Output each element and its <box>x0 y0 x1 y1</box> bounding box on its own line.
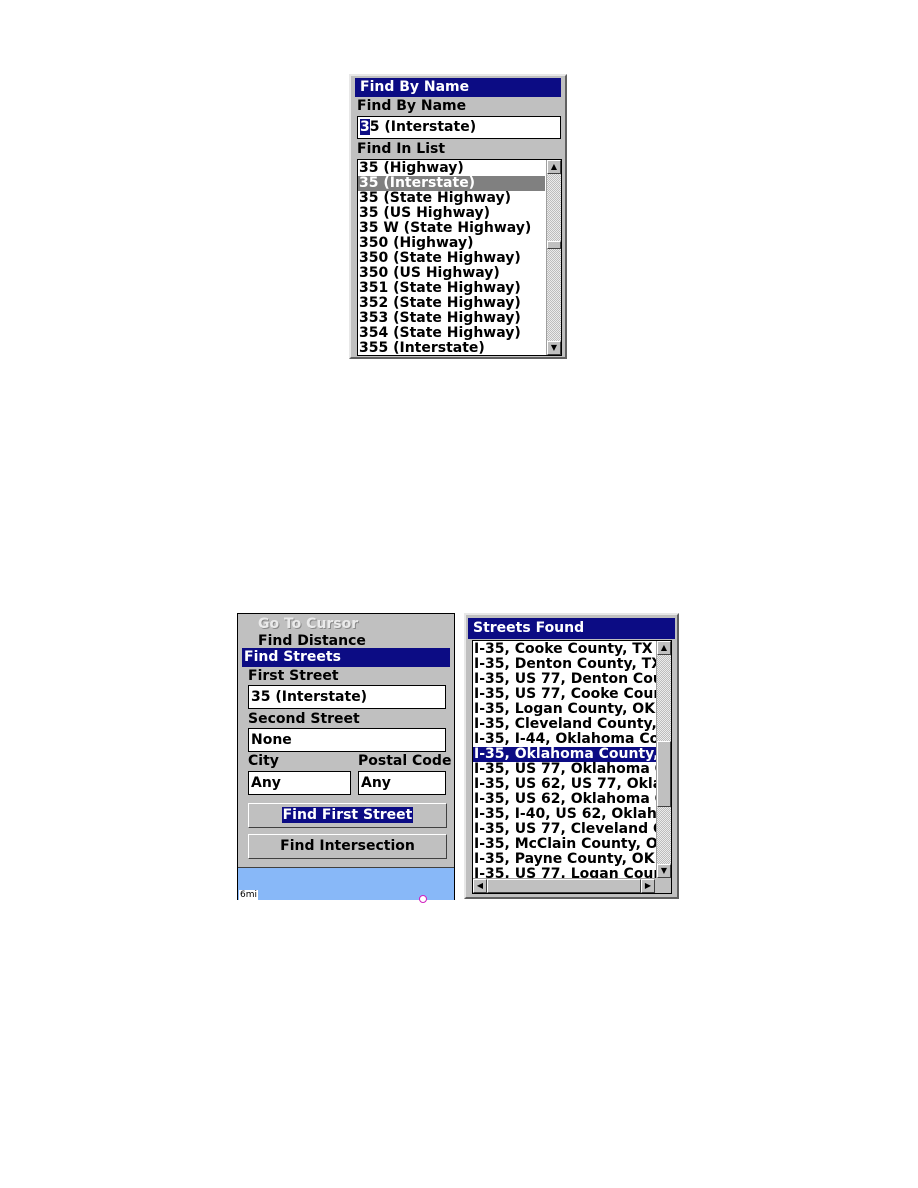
scroll-up-button[interactable]: ▲ <box>657 641 671 655</box>
map-position-marker-icon <box>419 895 427 903</box>
menu-item-find-distance[interactable]: Find Distance <box>258 633 366 647</box>
find-first-street-label: Find First Street <box>281 807 414 823</box>
list-item[interactable]: 352 (State Highway) <box>358 296 545 311</box>
first-street-label: First Street <box>248 668 339 684</box>
dialog-title: Find By Name <box>355 78 561 97</box>
postal-code-input[interactable]: Any <box>358 771 446 795</box>
list-item[interactable]: 350 (State Highway) <box>358 251 545 266</box>
scrollbar-corner <box>655 878 671 893</box>
streets-found-dialog: Streets Found I-35, Cooke County, TX I-35… <box>464 613 679 899</box>
find-by-name-dialog: Find By Name Find By Name 35 (Interstate… <box>349 74 567 359</box>
list-item-selected[interactable]: 35 (Interstate) <box>358 176 545 191</box>
list-item-selected[interactable]: I-35, Oklahoma County, OK <box>473 747 656 762</box>
list-item[interactable]: I-35, Cleveland County, OK <box>473 717 656 732</box>
list-item[interactable]: 35 (Highway) <box>358 161 545 176</box>
find-first-street-button[interactable]: Find First Street <box>248 803 447 828</box>
list-item[interactable]: I-35, US 62, US 77, Oklahoma <box>473 777 656 792</box>
list-vertical-scrollbar[interactable]: ▲ ▼ <box>656 641 671 878</box>
postal-code-label: Postal Code <box>358 753 452 769</box>
list-item[interactable]: 355 (Interstate) <box>358 341 545 355</box>
list-item[interactable]: I-35, US 62, Oklahoma County <box>473 792 656 807</box>
horizontal-scroll-track[interactable] <box>487 879 641 893</box>
dialog-title: Find Streets <box>242 648 450 667</box>
list-item[interactable]: 350 (US Highway) <box>358 266 545 281</box>
list-item[interactable]: I-35, Denton County, TX <box>473 657 656 672</box>
text-cursor: 3 <box>360 119 370 135</box>
list-item[interactable]: I-35, US 77, Cooke County <box>473 687 656 702</box>
list-item[interactable]: 351 (State Highway) <box>358 281 545 296</box>
scroll-down-button[interactable]: ▼ <box>657 864 671 878</box>
second-street-input[interactable]: None <box>248 728 446 752</box>
list-item[interactable]: 35 (State Highway) <box>358 191 545 206</box>
dialog-title: Streets Found <box>468 618 675 639</box>
scroll-thumb[interactable] <box>547 240 561 249</box>
map-scale-label: 6mi <box>239 890 258 900</box>
list-item[interactable]: I-35, Payne County, OK <box>473 852 656 867</box>
list-item[interactable]: I-35, McClain County, OK <box>473 837 656 852</box>
list-item[interactable]: 354 (State Highway) <box>358 326 545 341</box>
find-by-name-input[interactable]: 35 (Interstate) <box>357 116 561 139</box>
list-item[interactable]: 35 W (State Highway) <box>358 221 545 236</box>
scroll-thumb[interactable] <box>657 740 671 807</box>
second-street-label: Second Street <box>248 711 360 727</box>
scroll-down-button[interactable]: ▼ <box>547 341 561 355</box>
list-item[interactable]: 350 (Highway) <box>358 236 545 251</box>
list-item[interactable]: I-35, US 77, Denton County <box>473 672 656 687</box>
find-intersection-button[interactable]: Find Intersection <box>248 834 447 859</box>
list-item[interactable]: 35 (US Highway) <box>358 206 545 221</box>
list-item[interactable]: 353 (State Highway) <box>358 311 545 326</box>
find-by-name-label: Find By Name <box>357 98 467 114</box>
list-item[interactable]: I-35, Cooke County, TX <box>473 642 656 657</box>
list-scrollbar[interactable]: ▲ ▼ <box>546 160 561 355</box>
city-label: City <box>248 753 279 769</box>
find-in-list-label: Find In List <box>357 141 446 157</box>
first-street-input[interactable]: 35 (Interstate) <box>248 685 446 709</box>
list-item[interactable]: I-35, I-44, Oklahoma County <box>473 732 656 747</box>
scroll-right-button[interactable]: ▶ <box>641 879 655 893</box>
input-text: 5 (Interstate) <box>369 119 477 135</box>
list-item[interactable]: I-35, US 77, Oklahoma County <box>473 762 656 777</box>
streets-found-list[interactable]: I-35, Cooke County, TX I-35, Denton Count… <box>472 640 672 894</box>
list-item[interactable]: I-35, US 77, Cleveland County <box>473 822 656 837</box>
list-horizontal-scrollbar[interactable]: ◀ ▶ <box>473 878 655 893</box>
scroll-up-button[interactable]: ▲ <box>547 160 561 174</box>
scroll-left-button[interactable]: ◀ <box>473 879 487 893</box>
menu-item-go-to-cursor: Go To Cursor <box>258 616 359 632</box>
list-item[interactable]: I-35, I-40, US 62, Oklahoma <box>473 807 656 822</box>
map-view[interactable]: 6mi <box>238 867 454 903</box>
find-in-list[interactable]: 35 (Highway) 35 (Interstate) 35 (State Hig… <box>357 159 562 356</box>
list-item[interactable]: I-35, Logan County, OK <box>473 702 656 717</box>
find-streets-dialog: Go To Cursor Find Distance Find Streets … <box>237 613 455 903</box>
city-input[interactable]: Any <box>248 771 351 795</box>
